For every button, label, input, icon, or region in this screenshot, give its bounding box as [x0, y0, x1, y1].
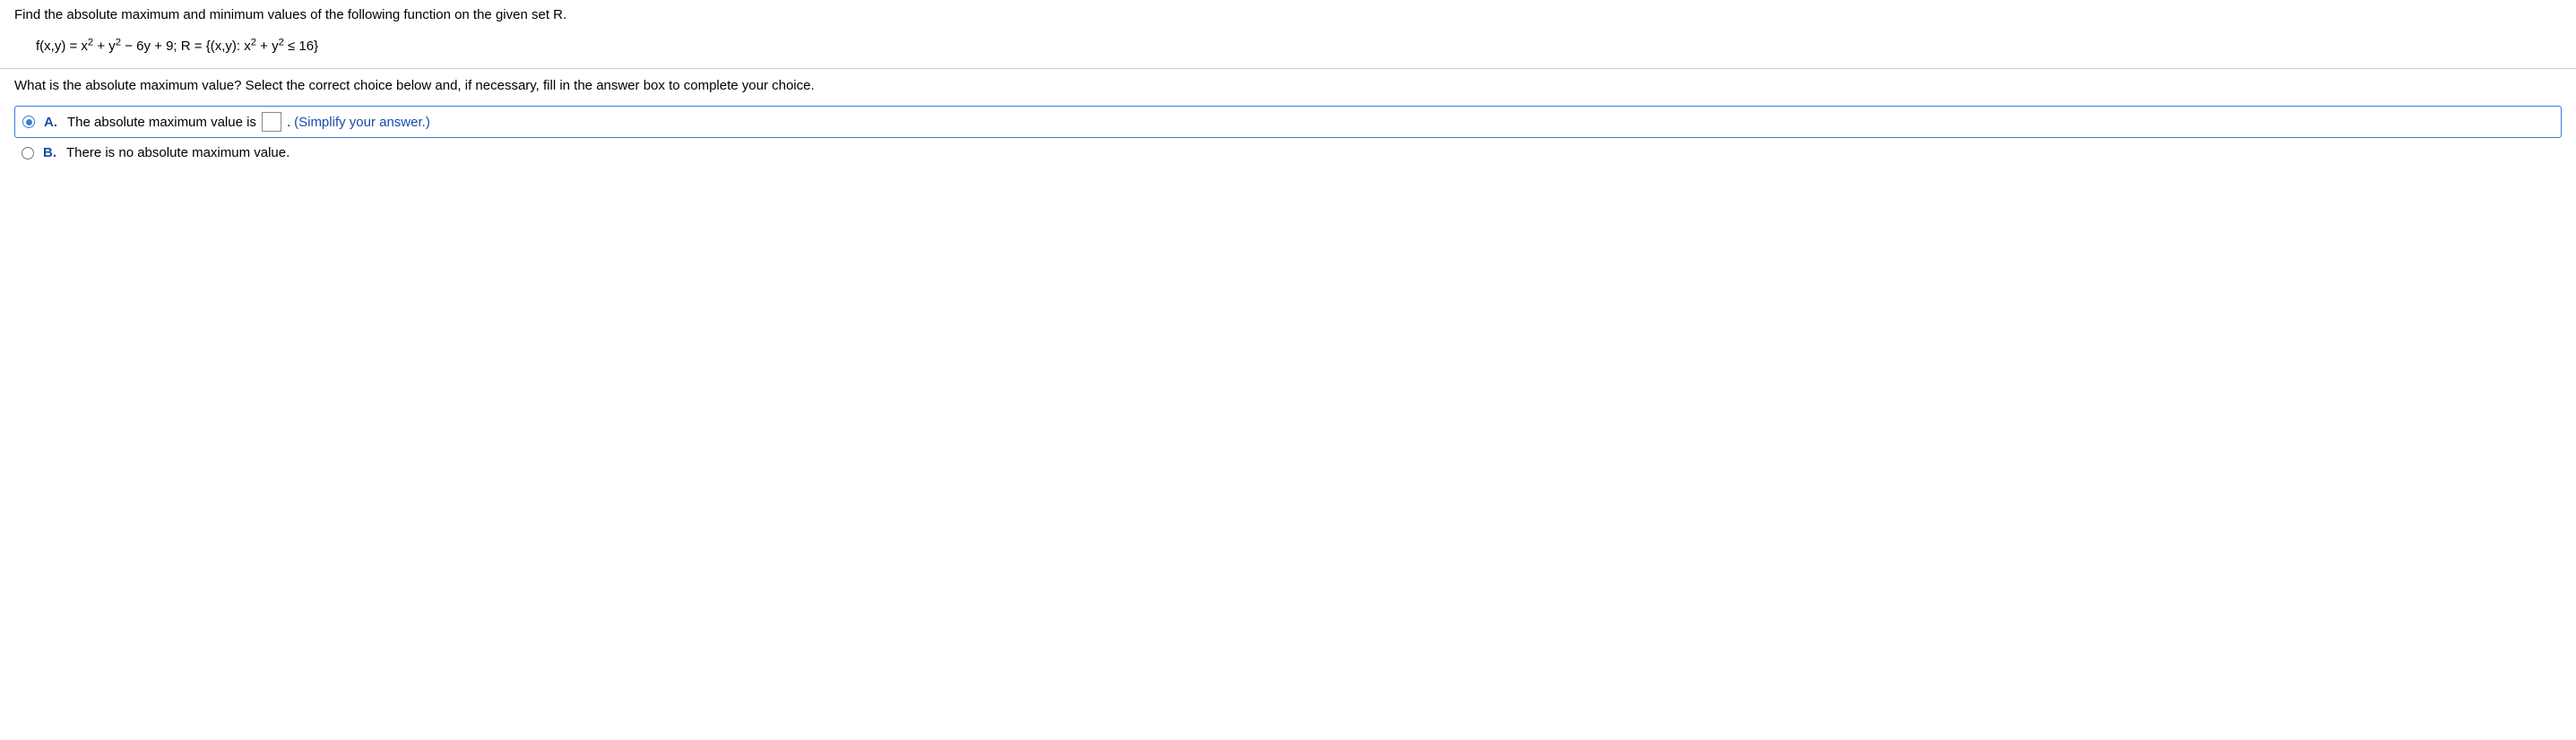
- formula-seg: − 6y + 9; R = {(x,y): x: [121, 39, 251, 54]
- formula-seg: + y: [93, 39, 116, 54]
- choice-b-body: There is no absolute maximum value.: [66, 145, 290, 160]
- choice-a-letter: A.: [44, 115, 58, 130]
- answer-input-a[interactable]: [262, 112, 281, 132]
- section-divider: [0, 68, 2576, 69]
- choice-a-hint: (Simplify your answer.): [294, 115, 430, 130]
- formula-seg: ≤ 16}: [284, 39, 318, 54]
- choice-a-text-before: The absolute maximum value is: [67, 115, 256, 130]
- formula-seg: f(x,y) = x: [36, 39, 88, 54]
- radio-a[interactable]: [22, 116, 35, 128]
- question-prompt: What is the absolute maximum value? Sele…: [0, 78, 2576, 106]
- problem-intro: Find the absolute maximum and minimum va…: [14, 7, 2562, 22]
- choice-a-body: The absolute maximum value is . (Simplif…: [67, 112, 430, 132]
- choice-b-text: There is no absolute maximum value.: [66, 145, 290, 160]
- choice-b[interactable]: B. There is no absolute maximum value.: [14, 140, 2562, 166]
- formula-seg: + y: [256, 39, 279, 54]
- problem-formula: f(x,y) = x2 + y2 − 6y + 9; R = {(x,y): x…: [14, 39, 2562, 54]
- choice-b-letter: B.: [43, 145, 57, 160]
- choices-group: A. The absolute maximum value is . (Simp…: [0, 106, 2576, 166]
- radio-b[interactable]: [22, 147, 34, 159]
- choice-a[interactable]: A. The absolute maximum value is . (Simp…: [14, 106, 2562, 138]
- choice-a-text-after: .: [287, 115, 290, 130]
